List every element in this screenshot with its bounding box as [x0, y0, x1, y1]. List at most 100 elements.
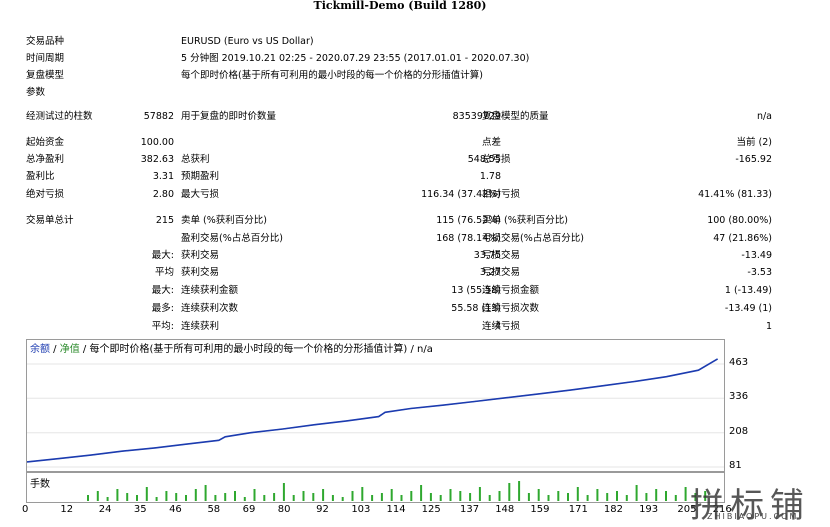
volume-bar	[371, 495, 374, 501]
deposit-value: 100.00	[140, 137, 174, 148]
balance-line	[27, 358, 719, 463]
volume-bar	[273, 493, 276, 501]
volume-bar	[185, 495, 187, 501]
x-tick-label-12: 137	[460, 504, 480, 515]
volume-bar	[380, 493, 383, 501]
period-row: 时间周期 5 分钟图 2019.10.21 02:25 - 2020.07.29…	[26, 51, 806, 66]
gross-profit-label: 总获利	[181, 154, 210, 165]
average-loss-label: 亏损交易	[482, 267, 521, 278]
drawdown-row: 绝对亏损 2.80 最大亏损 116.34 (37.42%) 相对亏损 41.4…	[26, 187, 772, 202]
volume-bar	[341, 497, 344, 501]
volume-bar	[469, 493, 472, 501]
pf-row: 盈利比 3.31 预期盈利 1.78	[26, 169, 772, 184]
x-tick-label-3: 35	[133, 504, 147, 515]
volume-bar	[194, 489, 197, 501]
volume-bar	[96, 491, 99, 501]
equity-line	[27, 358, 718, 463]
avg-cons-losses-label: 连续亏损	[482, 321, 521, 332]
model-label: 复盘模型	[26, 70, 65, 81]
params-row: 参数	[26, 85, 806, 100]
x-tick-label-7: 80	[277, 504, 291, 515]
max-cons-wins-label: 连续获利金额	[181, 285, 239, 296]
x-tick-label-17: 193	[639, 504, 659, 515]
volume-bar	[586, 495, 589, 501]
volume-bar	[302, 491, 305, 501]
total-trades-value: 215	[155, 215, 174, 226]
largest-loss-value: -13.49	[741, 250, 772, 261]
x-tick-label-8: 92	[316, 504, 329, 515]
spread-value: 当前 (2)	[736, 137, 772, 148]
largest-loss-label: 亏损交易	[482, 250, 521, 261]
max-cons-row: 最大: 连续获利金额 13 (55.58) 连续亏损金额 1 (-13.49)	[26, 283, 772, 298]
bars-label: 经测试过的柱数	[26, 111, 93, 122]
volume-bar	[645, 493, 648, 501]
maximal-cons-row: 最多: 连续获利次数 55.58 (13) 连续亏损次数 -13.49 (1)	[26, 301, 772, 316]
volume-bar	[175, 493, 178, 501]
legend-balance: 余额	[30, 344, 50, 355]
trades-total-row: 交易单总计 215 卖单 (%获利百分比) 115 (76.52%) 买单 (%…	[26, 213, 772, 228]
net-value: 382.63	[140, 154, 174, 165]
watermark-url: ZHIBIAOPU.COM	[707, 512, 799, 521]
rel-dd-label: 相对亏损	[482, 189, 521, 200]
largest-profit-label: 获利交易	[181, 250, 220, 261]
volume-bar	[518, 481, 521, 501]
x-tick-label-4: 46	[169, 504, 182, 515]
average-profit-label: 获利交易	[181, 267, 220, 278]
deposit-row: 起始资金 100.00 点差 当前 (2)	[26, 135, 772, 150]
volume-bar	[537, 489, 540, 501]
abs-dd-label: 绝对亏损	[26, 189, 65, 200]
payoff-value: 1.78	[479, 171, 501, 182]
rel-dd-value: 41.41% (81.33)	[698, 189, 772, 200]
avg-cons-losses-value: 1	[765, 321, 772, 332]
period-value: 5 分钟图 2019.10.21 02:25 - 2020.07.29 23:5…	[181, 53, 530, 64]
x-tick-label-10: 114	[386, 504, 406, 515]
model-row: 复盘模型 每个即时价格(基于所有可利用的最小时段的每一个价格的分形插值计算)	[26, 68, 806, 83]
volume-bar	[616, 491, 618, 501]
max-dd-label: 最大亏损	[181, 189, 220, 200]
volume-bar	[214, 495, 217, 501]
x-tick-label-11: 125	[421, 504, 441, 515]
largest-row: 最大: 获利交易 33.75 亏损交易 -13.49	[26, 248, 772, 263]
volume-bar	[204, 485, 207, 501]
loss-trades-label: 亏损交易(%占总百分比)	[482, 233, 584, 244]
volume-bar	[165, 491, 168, 501]
symbol-row: 交易品种 EURUSD (Euro vs US Dollar)	[26, 34, 806, 49]
spread-label: 点差	[482, 137, 502, 148]
volume-bar	[429, 493, 432, 501]
deposit-label: 起始资金	[26, 137, 65, 148]
symbol-value: EURUSD (Euro vs US Dollar)	[181, 36, 314, 47]
volume-bar	[263, 495, 266, 501]
x-tick-label-16: 182	[603, 504, 623, 515]
period-label: 时间周期	[26, 53, 65, 64]
volume-bar	[498, 491, 501, 501]
avg-cons-row: 平均: 连续获利 4 连续亏损 1	[26, 319, 772, 334]
pf-value: 3.31	[152, 171, 174, 182]
volume-bar	[361, 487, 364, 501]
x-tick-label-15: 171	[568, 504, 588, 515]
average-loss-value: -3.53	[747, 267, 772, 278]
volume-bar	[674, 495, 677, 501]
max-prefix: 最大:	[151, 285, 174, 296]
volume-bar	[253, 489, 256, 501]
x-tick-label-9: 103	[351, 504, 371, 515]
volume-bar	[635, 485, 638, 501]
volume-bar	[596, 489, 599, 501]
trades-pct-row: 盈利交易(%占总百分比) 168 (78.14%) 亏损交易(%占总百分比) 4…	[26, 231, 772, 246]
balance-chart	[27, 358, 724, 468]
volume-bar	[488, 495, 491, 501]
volume-bar	[567, 493, 569, 501]
quality-label: 复盘模型的质量	[482, 111, 549, 122]
gross-loss-value: -165.92	[735, 154, 772, 165]
profit-trades-label: 盈利交易(%占总百分比)	[181, 233, 283, 244]
volume-bar	[224, 493, 227, 501]
maximal-cons-profit-label: 连续获利次数	[181, 303, 239, 314]
legend-equity: 净值	[59, 344, 80, 355]
x-tick-label-0: 0	[22, 504, 29, 515]
volume-panel	[26, 472, 725, 503]
short-label: 卖单 (%获利百分比)	[181, 215, 267, 226]
volume-bar	[126, 493, 129, 501]
graph-legend: 余额 / 净值 / 每个即时价格(基于所有可利用的最小时段的每一个价格的分形插值…	[30, 343, 433, 356]
volume-bar	[439, 495, 442, 501]
x-tick-label-1: 12	[60, 504, 74, 515]
bars-row: 经测试过的柱数 57882 用于复盘的即时价数量 83539729 复盘模型的质…	[26, 109, 772, 124]
